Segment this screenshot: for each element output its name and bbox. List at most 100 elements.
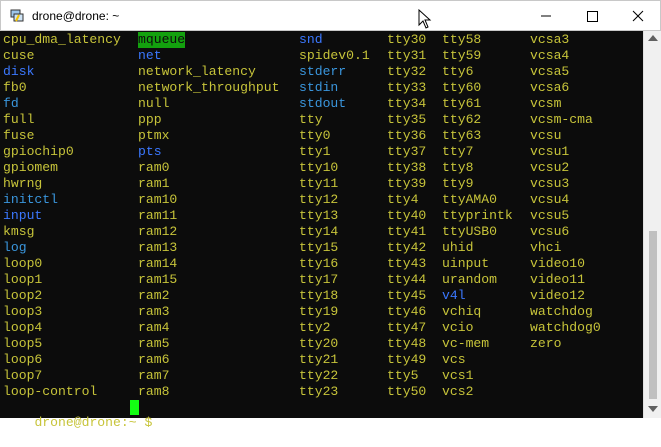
dev-entry: gpiomem [3, 160, 59, 175]
dev-entry: tty7 [442, 144, 474, 159]
dev-entry: loop3 [3, 304, 43, 319]
dev-entry: ram3 [138, 304, 170, 319]
dev-entry: cuse [3, 48, 35, 63]
dev-entry: network_latency [138, 64, 256, 79]
dev-entry: tty59 [442, 48, 482, 63]
dev-entry: full [3, 112, 35, 127]
dev-entry: tty4 [387, 192, 419, 207]
dev-entry: uhid [442, 240, 474, 255]
dev-entry: log [3, 240, 27, 255]
dev-entry: tty6 [442, 64, 474, 79]
dev-entry: ram6 [138, 352, 170, 367]
close-icon [632, 10, 644, 22]
dev-entry: ram8 [138, 384, 170, 399]
dev-entry: vcsm [530, 96, 562, 111]
dev-entry: urandom [442, 272, 498, 287]
dev-entry: tty14 [299, 224, 339, 239]
dev-entry: video10 [530, 256, 586, 271]
dev-entry: ttyprintk [442, 208, 513, 223]
dev-entry: tty2 [299, 320, 331, 335]
dev-entry: tty63 [442, 128, 482, 143]
dev-entry: ram11 [138, 208, 178, 223]
dev-entry: loop1 [3, 272, 43, 287]
window-title: drone@drone: ~ [32, 9, 120, 23]
dev-entry: disk [3, 64, 35, 79]
dev-entry: tty61 [442, 96, 482, 111]
dev-entry: tty44 [387, 272, 427, 287]
dev-entry: tty35 [387, 112, 427, 127]
dev-entry: tty34 [387, 96, 427, 111]
dev-entry: zero [530, 336, 562, 351]
vertical-scrollbar[interactable] [643, 31, 661, 418]
dev-entry: tty42 [387, 240, 427, 255]
dev-entry: v4l [442, 288, 466, 303]
dev-entry: gpiochip0 [3, 144, 74, 159]
maximize-button[interactable] [569, 1, 615, 31]
dev-entry: ram13 [138, 240, 178, 255]
dev-entry: tty9 [442, 176, 474, 191]
dev-entry: loop0 [3, 256, 43, 271]
terminal-output[interactable]: drone@drone:~ $ cpu_dma_latency cuse disk f… [0, 31, 643, 430]
dev-entry: stderr [299, 64, 347, 79]
dev-entry: net [138, 48, 162, 63]
dev-entry: tty37 [387, 144, 427, 159]
dev-entry: vcio [442, 320, 474, 335]
dev-entry: tty45 [387, 288, 427, 303]
minimize-button[interactable] [523, 1, 569, 31]
title-bar[interactable]: drone@drone: ~ [0, 0, 661, 31]
text-cursor [130, 400, 139, 415]
dev-entry: vcs [442, 352, 466, 367]
dev-entry: cpu_dma_latency [3, 32, 121, 47]
dev-entry: ptmx [138, 128, 170, 143]
dev-entry: ttyAMA0 [442, 192, 498, 207]
dev-entry: tty5 [387, 368, 419, 383]
dev-entry: tty43 [387, 256, 427, 271]
dev-entry: video12 [530, 288, 586, 303]
dev-entry: tty58 [442, 32, 482, 47]
mouse-pointer-icon [418, 9, 432, 29]
maximize-icon [587, 11, 598, 22]
dev-entry: tty8 [442, 160, 474, 175]
dev-entry: vcsu6 [530, 224, 570, 239]
scroll-down-arrow-icon[interactable] [648, 406, 658, 412]
dev-entry: null [138, 96, 170, 111]
dev-entry: tty18 [299, 288, 339, 303]
dev-entry: ttyUSB0 [442, 224, 498, 239]
dev-entry: vhci [530, 240, 562, 255]
dev-entry: stdin [299, 80, 339, 95]
dev-entry: tty23 [299, 384, 339, 399]
dev-entry: loop5 [3, 336, 43, 351]
dev-entry: tty41 [387, 224, 427, 239]
dev-entry: ram1 [138, 176, 170, 191]
dev-entry: tty16 [299, 256, 339, 271]
dev-entry: tty39 [387, 176, 427, 191]
scroll-thumb[interactable] [649, 231, 657, 399]
dev-entry: ram0 [138, 160, 170, 175]
minimize-icon [541, 15, 551, 17]
dev-entry: fd [3, 96, 19, 111]
dev-entry: tty62 [442, 112, 482, 127]
dev-entry: vcsu [530, 128, 562, 143]
dev-entry: ram12 [138, 224, 178, 239]
dev-entry: vcsu2 [530, 160, 570, 175]
dev-entry: tty19 [299, 304, 339, 319]
dev-entry: tty47 [387, 320, 427, 335]
dev-entry: tty12 [299, 192, 339, 207]
dev-entry: tty33 [387, 80, 427, 95]
putty-app-icon[interactable] [10, 9, 24, 23]
dev-entry: snd [299, 32, 323, 47]
dev-entry: initctl [3, 192, 59, 207]
dev-entry: loop2 [3, 288, 43, 303]
close-button[interactable] [615, 1, 661, 31]
dev-entry: tty40 [387, 208, 427, 223]
scroll-up-arrow-icon[interactable] [648, 35, 658, 41]
dev-entry: tty13 [299, 208, 339, 223]
dev-entry: network_throughput [138, 80, 280, 95]
dev-entry: tty48 [387, 336, 427, 351]
dev-entry: tty22 [299, 368, 339, 383]
dev-entry: vcsu3 [530, 176, 570, 191]
dev-entry: video11 [530, 272, 586, 287]
dev-entry: tty17 [299, 272, 339, 287]
dev-entry: loop7 [3, 368, 43, 383]
prompt-user-host: drone@drone [34, 415, 121, 430]
